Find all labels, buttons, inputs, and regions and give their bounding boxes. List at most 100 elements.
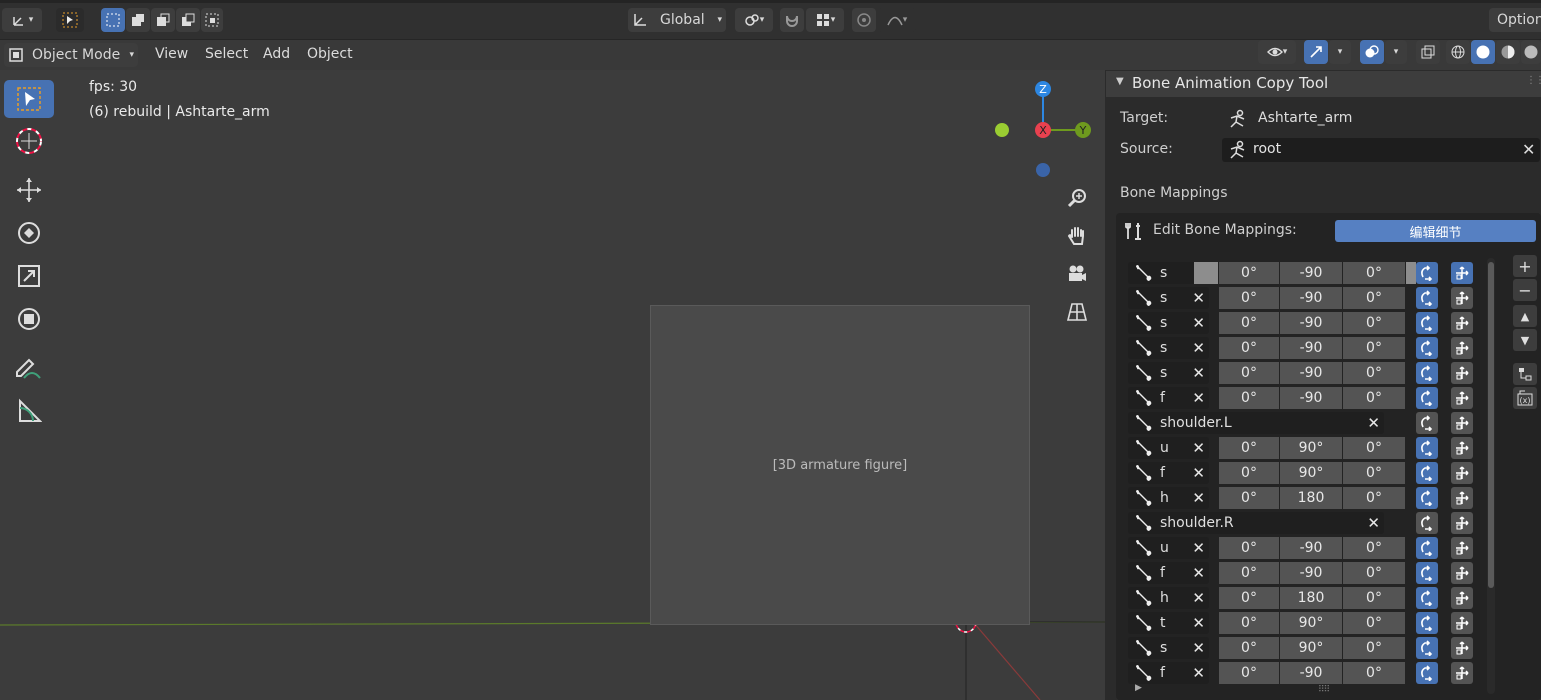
rotation-z-field[interactable]: 0°: [1343, 337, 1405, 359]
3d-viewport[interactable]: [3D armature figure] fps: 30 (6) rebuild…: [0, 70, 1105, 700]
tool-cursor[interactable]: [4, 122, 54, 160]
tool-transform[interactable]: [4, 300, 54, 338]
rotation-z-field[interactable]: 0°: [1343, 287, 1405, 309]
copy-location-toggle[interactable]: [1451, 662, 1473, 684]
copy-rotation-toggle[interactable]: [1416, 637, 1438, 659]
copy-rotation-toggle[interactable]: [1416, 662, 1438, 684]
copy-location-toggle[interactable]: [1451, 612, 1473, 634]
rotation-z-field[interactable]: 0°: [1343, 612, 1405, 634]
bone-name-field[interactable]: u ✕: [1128, 437, 1209, 459]
copy-rotation-toggle[interactable]: [1416, 387, 1438, 409]
copy-location-toggle[interactable]: [1451, 537, 1473, 559]
mapping-row[interactable]: u ✕ 0° -90 0°: [1124, 537, 1488, 559]
move-down-button[interactable]: ▼: [1513, 329, 1537, 351]
copy-location-toggle[interactable]: [1451, 287, 1473, 309]
clear-source-icon[interactable]: ✕: [1522, 140, 1535, 159]
mode-dropdown[interactable]: Object Mode ▾: [4, 43, 138, 67]
copy-rotation-toggle[interactable]: [1416, 562, 1438, 584]
snap-toggle[interactable]: [780, 8, 804, 32]
overlays-toggle[interactable]: [1360, 40, 1384, 64]
menu-view[interactable]: View: [155, 43, 188, 65]
copy-rotation-toggle[interactable]: [1416, 412, 1438, 434]
copy-rotation-toggle[interactable]: [1416, 362, 1438, 384]
tool-select[interactable]: [4, 80, 54, 118]
select-new-button[interactable]: [101, 8, 125, 32]
clear-bone-icon[interactable]: ✕: [1192, 464, 1205, 482]
rotation-z-field[interactable]: 0°: [1343, 587, 1405, 609]
copy-location-toggle[interactable]: [1451, 337, 1473, 359]
shading-material-button[interactable]: [1496, 40, 1520, 64]
copy-rotation-toggle[interactable]: [1416, 487, 1438, 509]
menu-add[interactable]: Add: [263, 43, 290, 65]
tool-rotate[interactable]: [4, 214, 54, 252]
rotation-y-field[interactable]: 90°: [1280, 612, 1342, 634]
rotation-y-field[interactable]: 90°: [1280, 637, 1342, 659]
rotation-z-field[interactable]: 0°: [1343, 537, 1405, 559]
select-intersect-button[interactable]: [201, 8, 223, 32]
bone-name-field[interactable]: s✕: [1128, 312, 1209, 334]
tool-annotate[interactable]: [4, 349, 54, 387]
transform-orientation-dropdown[interactable]: Global ▾: [628, 8, 726, 32]
copy-rotation-toggle[interactable]: [1416, 312, 1438, 334]
rotation-y-field[interactable]: -90: [1280, 312, 1342, 334]
rotation-x-field[interactable]: 0°: [1219, 287, 1279, 309]
clear-bone-icon[interactable]: ✕: [1192, 489, 1205, 507]
copy-location-toggle[interactable]: [1451, 412, 1473, 434]
rotation-z-field[interactable]: 0°: [1343, 462, 1405, 484]
rotation-x-field[interactable]: 0°: [1219, 462, 1279, 484]
bone-name-field[interactable]: h ✕: [1128, 487, 1209, 509]
mapping-row[interactable]: shoulder.L ✕: [1124, 412, 1488, 434]
rotation-y-field[interactable]: -90: [1280, 662, 1342, 684]
bone-name-field[interactable]: f ✕: [1128, 662, 1209, 684]
rotation-z-field[interactable]: 0°: [1343, 387, 1405, 409]
rotation-y-field[interactable]: -90: [1280, 387, 1342, 409]
projection-toggle-button[interactable]: [1064, 299, 1090, 325]
mapping-row[interactable]: f ✕ 0° -90 0°: [1124, 562, 1488, 584]
rotation-z-field[interactable]: 0°: [1343, 262, 1405, 284]
gizmo-dropdown[interactable]: ▾: [1329, 40, 1351, 64]
rotation-y-field[interactable]: -90: [1280, 287, 1342, 309]
options-dropdown[interactable]: Option: [1489, 8, 1541, 32]
copy-location-toggle[interactable]: [1451, 512, 1473, 534]
clear-bone-icon[interactable]: ✕: [1192, 314, 1205, 332]
overlays-dropdown[interactable]: ▾: [1385, 40, 1407, 64]
clear-bone-icon[interactable]: ✕: [1367, 514, 1380, 532]
rotation-z-field[interactable]: 0°: [1343, 312, 1405, 334]
rotation-x-field[interactable]: 0°: [1219, 637, 1279, 659]
copy-location-toggle[interactable]: [1451, 362, 1473, 384]
shading-wireframe-button[interactable]: [1446, 40, 1470, 64]
list-expand-triangle-icon[interactable]: ▶: [1135, 683, 1142, 693]
mapping-row[interactable]: h ✕ 0° 180 0°: [1124, 487, 1488, 509]
rotation-z-field[interactable]: 0°: [1343, 562, 1405, 584]
hierarchy-button[interactable]: [1513, 363, 1537, 385]
clear-bone-icon[interactable]: ✕: [1192, 389, 1205, 407]
rotation-z-field[interactable]: 0°: [1343, 637, 1405, 659]
mapping-row[interactable]: f ✕ 0° -90 0°: [1124, 662, 1488, 684]
list-scrollbar-track[interactable]: [1487, 258, 1495, 694]
copy-rotation-toggle[interactable]: [1416, 462, 1438, 484]
shading-solid-button[interactable]: [1471, 40, 1495, 64]
falloff-dropdown[interactable]: ▾: [878, 8, 916, 32]
bone-name-field[interactable]: s✕: [1128, 637, 1209, 659]
bone-name-field[interactable]: s✕: [1128, 362, 1209, 384]
editor-type-button[interactable]: ▾: [2, 8, 42, 32]
navigation-gizmo[interactable]: Z Y X: [988, 75, 1098, 185]
rotation-z-field[interactable]: 0°: [1343, 662, 1405, 684]
select-mode-button[interactable]: [56, 8, 84, 32]
gizmo-toggle[interactable]: [1304, 40, 1328, 64]
rotation-x-field[interactable]: 0°: [1219, 262, 1279, 284]
rotation-x-field[interactable]: 0°: [1219, 562, 1279, 584]
copy-location-toggle[interactable]: [1451, 312, 1473, 334]
rotation-x-field[interactable]: 0°: [1219, 437, 1279, 459]
clear-bone-icon[interactable]: ✕: [1192, 439, 1205, 457]
mapping-row[interactable]: s✕0°-900°: [1124, 337, 1488, 359]
bone-name-field[interactable]: h ✕: [1128, 587, 1209, 609]
clear-bone-icon[interactable]: ✕: [1192, 614, 1205, 632]
clear-bone-icon[interactable]: ✕: [1192, 664, 1205, 682]
copy-location-toggle[interactable]: [1451, 262, 1473, 284]
panel-header[interactable]: ▼ Bone Animation Copy Tool ⋮⋮: [1106, 71, 1541, 97]
rotation-x-field[interactable]: 0°: [1219, 312, 1279, 334]
visibility-dropdown[interactable]: ▾: [1258, 40, 1296, 64]
copy-location-toggle[interactable]: [1451, 587, 1473, 609]
rotation-z-field[interactable]: 0°: [1343, 487, 1405, 509]
